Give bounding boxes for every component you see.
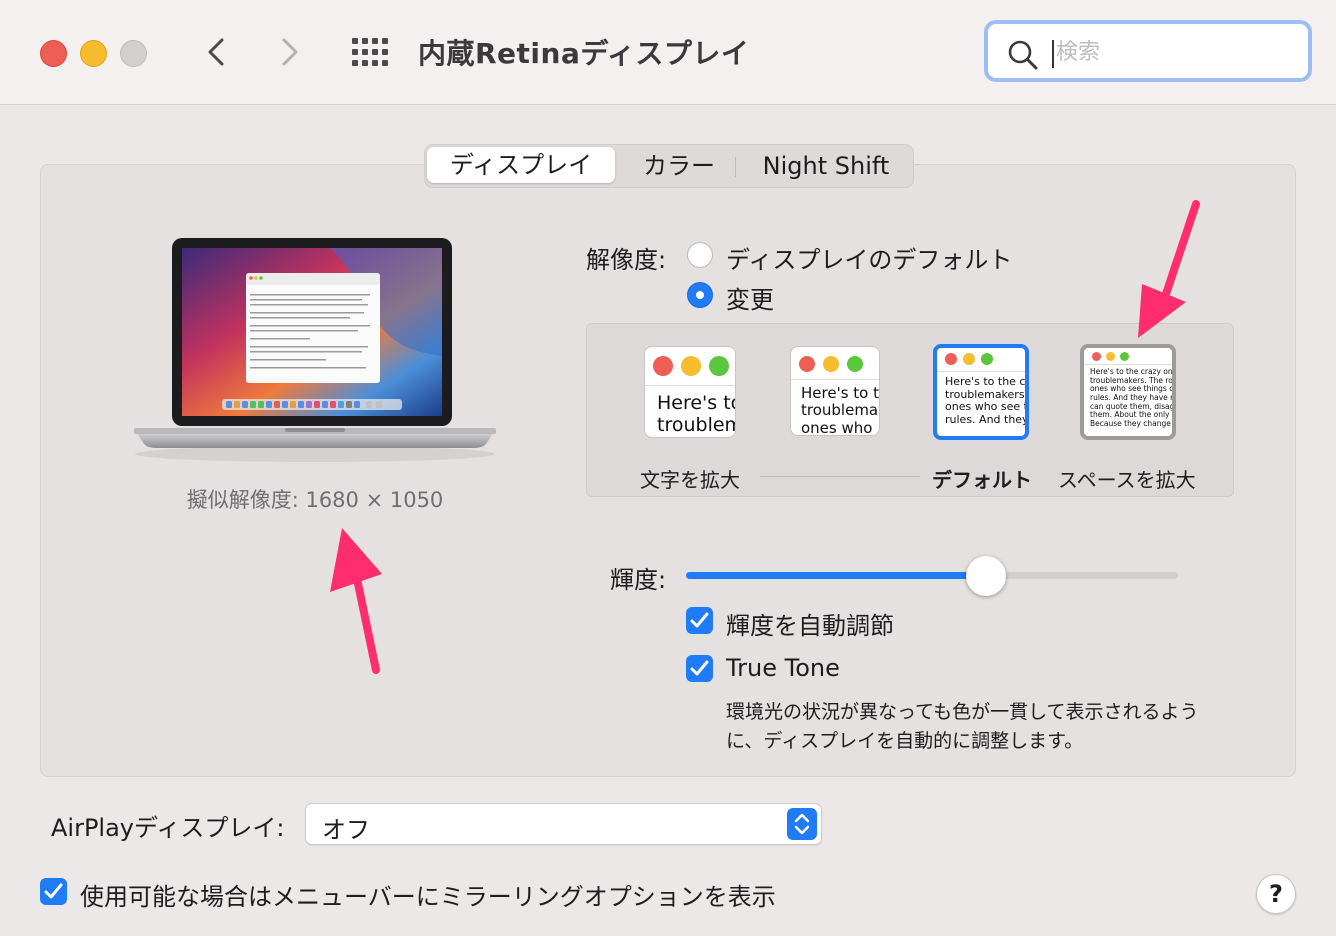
resolution-default-label[interactable]: ディスプレイのデフォルト [726,240,1012,275]
window-title: 内蔵Retinaディスプレイ [418,37,750,70]
forward-button[interactable] [270,32,310,72]
zoom-button[interactable] [120,40,147,67]
resolution-label: 解像度: [586,246,667,274]
scale-preview-text: Here's to t troublema ones who [801,385,879,435]
tab-divider [735,157,736,177]
titlebar: 内蔵Retinaディスプレイ [0,0,1336,105]
checkmark-icon [44,883,63,899]
macbook-illustration [134,238,496,462]
scale-divider [760,476,920,477]
back-button[interactable] [196,32,236,72]
scale-option-larger-text[interactable]: Here's to troublem [644,346,736,438]
scale-label-larger-text: 文字を拡大 [640,468,740,492]
tab-night-shift[interactable]: Night Shift [745,145,907,187]
scale-label-default: デフォルト [932,468,1032,492]
window-controls [799,356,863,372]
minimize-button[interactable] [80,40,107,67]
pseudo-resolution-text: 擬似解像度: 1680 × 1050 [186,488,444,512]
airplay-label: AirPlayディスプレイ: [51,814,285,842]
tab-display[interactable]: ディスプレイ [427,147,615,183]
airplay-select[interactable]: オフ [305,803,822,845]
tab-bar: ディスプレイ カラー Night Shift [424,144,914,188]
window-controls [653,356,729,376]
tab-color[interactable]: カラー [621,145,737,187]
scale-preview-text: Here's to the cr troublemakers. ones who… [945,376,1025,426]
select-stepper[interactable] [787,808,817,840]
annotation-arrow-icon [330,528,382,674]
true-tone-description: 環境光の状況が異なっても色が一貫して表示されるように、ディスプレイを自動的に調整… [726,701,1199,752]
annotation-arrow-icon [1138,200,1200,338]
brightness-slider[interactable] [686,572,1178,579]
text-caret [1052,40,1054,68]
resolution-scaled-radio[interactable] [687,282,713,308]
mirroring-options-label[interactable]: 使用可能な場合はメニューバーにミラーリングオプションを表示 [80,877,776,912]
mirroring-options-checkbox[interactable] [40,878,67,905]
checkmark-icon [690,660,709,676]
chevron-right-icon [282,38,298,66]
auto-brightness-label[interactable]: 輝度を自動調節 [726,606,894,641]
search-input[interactable] [1056,34,1286,70]
show-all-button[interactable] [352,38,388,66]
resolution-default-radio[interactable] [687,242,713,268]
scale-preview-text: Here's to the crazy one troublemakers. T… [1090,368,1174,428]
scale-preview-text: Here's to troublem [657,393,735,436]
true-tone-checkbox[interactable] [686,655,713,682]
window-controls [1092,352,1129,361]
brightness-slider-fill [686,572,987,579]
window-controls [945,353,993,365]
search-icon [1008,40,1038,70]
grid-icon [352,38,388,66]
brightness-label: 輝度: [610,566,667,594]
airplay-select-value: オフ [322,816,370,844]
search-field[interactable] [984,20,1312,82]
brightness-slider-knob[interactable] [966,556,1007,596]
scale-option-more-space[interactable]: Here's to the crazy one troublemakers. T… [1080,344,1176,440]
system-preferences-window: 内蔵Retinaディスプレイ ディスプレイ カラー Night Shift [0,0,1336,936]
help-button[interactable]: ? [1256,874,1296,914]
true-tone-label[interactable]: True Tone [726,654,840,682]
resolution-scaled-label[interactable]: 変更 [726,280,774,315]
scale-label-more-space: スペースを拡大 [1058,468,1196,492]
chevron-left-icon [208,38,224,66]
auto-brightness-checkbox[interactable] [686,607,713,634]
scale-option-2[interactable]: Here's to t troublema ones who [790,346,880,436]
checkmark-icon [690,612,709,628]
scale-option-default[interactable]: Here's to the cr troublemakers. ones who… [933,344,1029,440]
close-button[interactable] [40,40,67,67]
up-down-chevron-icon [794,813,810,835]
